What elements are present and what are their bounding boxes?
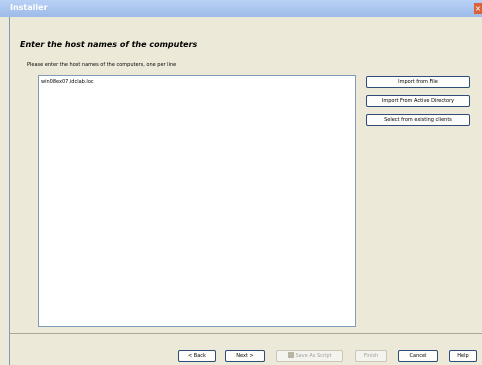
script-icon: [287, 352, 294, 358]
cancel-button[interactable]: Cancel: [398, 350, 438, 362]
select-existing-clients-button[interactable]: Select from existing clients: [366, 114, 470, 126]
save-as-script-button[interactable]: Save As Script: [276, 350, 343, 362]
footer-separator: [10, 333, 482, 334]
window-title: Installer: [10, 3, 48, 12]
import-from-ad-button[interactable]: Import From Active Directory: [366, 95, 470, 107]
import-from-file-button[interactable]: Import from File: [366, 76, 470, 88]
next-button[interactable]: Next >: [225, 350, 265, 362]
installer-window: Installer × Enter the host names of the …: [0, 0, 482, 365]
help-button[interactable]: Help: [449, 350, 477, 362]
back-button[interactable]: < Back: [178, 350, 216, 362]
title-bar: Installer ×: [0, 0, 482, 17]
finish-button[interactable]: Finish: [355, 350, 387, 362]
close-icon[interactable]: ×: [474, 3, 482, 14]
save-as-script-label: Save As Script: [295, 353, 332, 359]
host-names-input[interactable]: [38, 75, 356, 327]
instruction-label: Please enter the host names of the compu…: [27, 62, 177, 68]
left-border: [9, 17, 10, 365]
page-heading: Enter the host names of the computers: [20, 40, 198, 49]
